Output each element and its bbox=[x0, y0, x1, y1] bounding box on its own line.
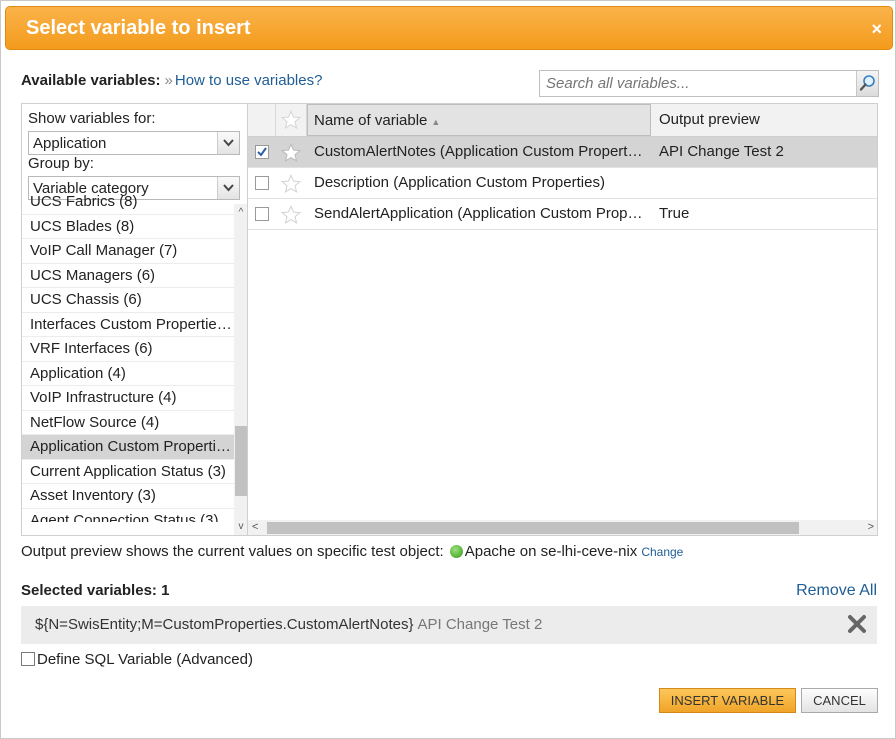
checkmark-icon bbox=[257, 147, 267, 157]
favorite-toggle[interactable] bbox=[280, 173, 302, 199]
category-item[interactable]: Agent Connection Status (3) bbox=[22, 509, 234, 523]
scrollbar-thumb[interactable] bbox=[235, 426, 247, 496]
table-row[interactable]: Description (Application Custom Properti… bbox=[248, 168, 877, 199]
table-row[interactable]: CustomAlertNotes (Application Custom Pro… bbox=[248, 137, 877, 168]
dropdown-arrow bbox=[217, 132, 239, 154]
selected-variables-label: Selected variables: 1 bbox=[21, 582, 170, 599]
dialog-titlebar: Select variable to insert × bbox=[5, 6, 893, 50]
category-list: UCS Fabrics (8) UCS Blades (8) VoIP Call M… bbox=[22, 190, 234, 522]
star-icon[interactable] bbox=[280, 142, 302, 164]
output-preview-note: Output preview shows the current values … bbox=[21, 543, 683, 560]
variable-output-preview: API Change Test 2 bbox=[659, 143, 784, 160]
help-link[interactable]: How to use variables? bbox=[175, 72, 323, 89]
show-variables-for-select[interactable]: Application bbox=[28, 131, 240, 155]
select-column-header bbox=[248, 104, 276, 136]
category-item[interactable]: UCS Blades (8) bbox=[22, 215, 234, 239]
row-checkbox[interactable] bbox=[255, 176, 269, 190]
insert-variable-button[interactable]: INSERT VARIABLE bbox=[659, 688, 796, 713]
preview-column-label: Output preview bbox=[659, 111, 760, 128]
group-by-label: Group by: bbox=[28, 155, 94, 172]
sort-ascending-icon: ▲ bbox=[431, 117, 441, 127]
table-row[interactable]: SendAlertApplication (Application Custom… bbox=[248, 199, 877, 230]
available-variables-header: Available variables:» How to use variable… bbox=[21, 72, 322, 89]
category-panel: Show variables for: Application Group by… bbox=[21, 103, 248, 536]
variable-expression-text: ${N=SwisEntity;M=CustomProperties.Custom… bbox=[35, 616, 414, 633]
category-item[interactable]: UCS Fabrics (8) bbox=[22, 190, 234, 215]
favorite-toggle[interactable] bbox=[280, 142, 302, 168]
category-item[interactable]: VoIP Infrastructure (4) bbox=[22, 386, 234, 411]
scroll-down-icon[interactable]: v bbox=[236, 522, 246, 532]
category-item[interactable]: Asset Inventory (3) bbox=[22, 484, 234, 509]
remove-all-link[interactable]: Remove All bbox=[796, 582, 877, 600]
remove-variable-button[interactable] bbox=[847, 614, 867, 638]
variable-name: SendAlertApplication (Application Custom… bbox=[314, 205, 644, 222]
selected-variable-item: ${N=SwisEntity;M=CustomProperties.Custom… bbox=[21, 606, 877, 644]
dialog-title: Select variable to insert bbox=[26, 17, 251, 39]
search-icon bbox=[859, 75, 875, 91]
search-input[interactable] bbox=[540, 71, 858, 96]
cancel-button[interactable]: CANCEL bbox=[801, 688, 878, 713]
row-checkbox[interactable] bbox=[255, 207, 269, 221]
close-icon bbox=[848, 615, 866, 633]
search-button[interactable] bbox=[856, 71, 878, 96]
name-column-label: Name of variable bbox=[314, 112, 428, 129]
status-up-icon bbox=[449, 545, 463, 558]
preview-column-header[interactable]: Output preview bbox=[652, 104, 877, 136]
star-icon bbox=[280, 109, 302, 130]
favorite-column-header[interactable] bbox=[276, 104, 307, 136]
variable-output-preview: True bbox=[659, 205, 690, 222]
category-item[interactable]: Application Custom Properties (3) bbox=[22, 435, 234, 460]
category-item[interactable]: Interfaces Custom Properties (6) bbox=[22, 313, 234, 337]
raquo-icon: » bbox=[164, 72, 173, 89]
variable-name: Description (Application Custom Properti… bbox=[314, 174, 605, 191]
favorite-toggle[interactable] bbox=[280, 204, 302, 230]
define-sql-variable-option[interactable]: Define SQL Variable (Advanced) bbox=[21, 651, 253, 668]
preview-note-text: Output preview shows the current values … bbox=[21, 543, 444, 560]
category-item[interactable]: NetFlow Source (4) bbox=[22, 411, 234, 435]
define-sql-variable-label: Define SQL Variable (Advanced) bbox=[37, 651, 253, 668]
variable-preview-value: API Change Test 2 bbox=[417, 616, 543, 633]
category-item[interactable]: Application (4) bbox=[22, 362, 234, 386]
category-item[interactable]: Current Application Status (3) bbox=[22, 460, 234, 484]
name-column-header[interactable]: Name of variable ▲ bbox=[307, 104, 651, 136]
variable-name: CustomAlertNotes (Application Custom Pro… bbox=[314, 143, 644, 160]
scroll-right-icon[interactable]: > bbox=[868, 521, 874, 533]
table-horizontal-scrollbar[interactable]: < > bbox=[248, 520, 877, 535]
variables-table: Name of variable ▲ Output preview CustomA… bbox=[248, 103, 878, 536]
test-object-name: Apache on se-lhi-ceve-nix bbox=[464, 543, 638, 560]
selected-variable-expression: ${N=SwisEntity;M=CustomProperties.Custom… bbox=[35, 616, 542, 633]
category-scrollbar[interactable]: ^ v bbox=[234, 204, 247, 535]
show-variables-for-label: Show variables for: bbox=[28, 110, 156, 127]
row-checkbox[interactable] bbox=[255, 145, 269, 159]
category-item[interactable]: VRF Interfaces (6) bbox=[22, 337, 234, 362]
change-test-object-link[interactable]: Change bbox=[641, 545, 683, 559]
category-item[interactable]: VoIP Call Manager (7) bbox=[22, 239, 234, 264]
star-icon[interactable] bbox=[280, 204, 302, 226]
category-item[interactable]: UCS Managers (6) bbox=[22, 264, 234, 288]
show-variables-for-value: Application bbox=[33, 135, 107, 152]
close-icon[interactable]: × bbox=[871, 19, 882, 40]
scrollbar-thumb[interactable] bbox=[267, 522, 799, 534]
available-variables-label: Available variables: bbox=[21, 72, 161, 89]
category-item[interactable]: UCS Chassis (6) bbox=[22, 288, 234, 313]
scroll-left-icon[interactable]: < bbox=[252, 521, 258, 533]
table-header: Name of variable ▲ Output preview bbox=[248, 104, 877, 137]
define-sql-variable-checkbox[interactable] bbox=[21, 652, 35, 666]
scroll-up-icon[interactable]: ^ bbox=[236, 208, 246, 218]
chevron-down-icon bbox=[223, 139, 234, 147]
search-box bbox=[539, 70, 879, 97]
select-variable-dialog: Select variable to insert × Available va… bbox=[0, 0, 896, 739]
star-icon[interactable] bbox=[280, 173, 302, 195]
